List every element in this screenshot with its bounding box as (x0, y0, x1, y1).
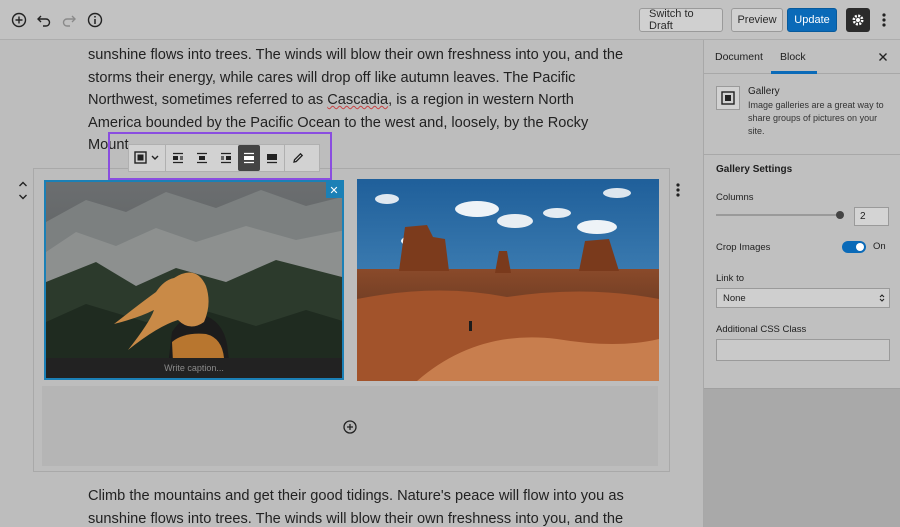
info-icon[interactable] (85, 10, 105, 30)
align-center-icon[interactable] (190, 145, 214, 171)
close-icon[interactable] (878, 51, 888, 65)
panel-title[interactable]: Gallery Settings (716, 164, 792, 175)
undo-icon[interactable] (34, 10, 54, 30)
gallery-image-mountain-woman[interactable]: ✕ Write caption... (44, 180, 344, 380)
misspelled-word[interactable]: Cascadia (327, 92, 388, 108)
sidebar-tabs: Document Block (704, 40, 900, 74)
paragraph-bottom[interactable]: Climb the mountains and get their good t… (88, 485, 638, 527)
add-block-icon[interactable] (9, 10, 29, 30)
caption-input[interactable]: Write caption... (46, 358, 342, 378)
block-toolbar-highlight (108, 132, 332, 180)
align-left-icon[interactable] (166, 145, 190, 171)
gallery-icon (716, 86, 740, 110)
text-line: Northwest, sometimes referred to as Casc… (88, 92, 574, 108)
update-button[interactable]: Update (787, 8, 837, 32)
text-line: sunshine flows into trees. The winds wil… (88, 47, 624, 63)
crop-images-toggle[interactable] (842, 241, 866, 253)
align-wide-icon[interactable] (238, 145, 260, 171)
text-line: storms their energy, while cares will dr… (88, 69, 576, 86)
columns-label: Columns (716, 192, 754, 203)
columns-number-input[interactable]: 2 (854, 207, 889, 226)
toggle-knob (856, 243, 864, 251)
css-class-input[interactable] (716, 339, 890, 361)
edit-pencil-icon[interactable] (285, 145, 311, 171)
mountain-woman-photo (46, 182, 342, 378)
css-class-label: Additional CSS Class (716, 324, 807, 335)
select-arrows-icon (879, 293, 885, 305)
link-to-value: None (723, 292, 746, 304)
preview-button[interactable]: Preview (731, 8, 783, 32)
text-line: America bounded by the Pacific Ocean to … (88, 114, 589, 131)
settings-sidebar: Document Block Gallery Image galleries a… (703, 40, 900, 527)
block-type-switcher[interactable] (129, 145, 165, 171)
crop-images-label: Crop Images (716, 242, 771, 253)
add-image-icon[interactable] (343, 420, 357, 434)
tab-document[interactable]: Document (715, 51, 763, 63)
columns-slider-handle[interactable] (836, 211, 844, 219)
desert-landscape-photo (357, 179, 659, 381)
redo-icon[interactable] (59, 10, 79, 30)
align-right-icon[interactable] (214, 145, 238, 171)
editor-toolbar: Switch to Draft Preview Update (0, 0, 900, 40)
align-full-icon[interactable] (260, 145, 284, 171)
block-toolbar (128, 144, 320, 172)
gear-icon[interactable] (846, 8, 870, 32)
toggle-state-label: On (873, 241, 886, 252)
active-tab-indicator (771, 71, 817, 74)
sidebar-empty-area (704, 388, 900, 527)
block-card-title: Gallery (748, 86, 780, 97)
gallery-image-desert[interactable] (357, 179, 659, 381)
link-to-select[interactable]: None (716, 288, 890, 308)
gallery-icon (134, 151, 159, 164)
move-down-icon[interactable] (17, 191, 29, 203)
block-card-description: Image galleries are a great way to share… (748, 100, 884, 136)
columns-slider-track[interactable] (716, 214, 841, 216)
more-vertical-icon[interactable] (874, 10, 894, 30)
text-line: sunshine flows into trees. The winds wil… (88, 510, 624, 527)
text-line: Climb the mountains and get their good t… (88, 488, 624, 504)
link-to-label: Link to (716, 273, 744, 284)
switch-to-draft-button[interactable]: Switch to Draft (639, 8, 723, 32)
remove-image-button[interactable]: ✕ (326, 182, 342, 198)
tab-block[interactable]: Block (780, 51, 806, 63)
block-card: Gallery Image galleries are a great way … (704, 75, 900, 155)
block-more-icon[interactable] (676, 182, 682, 198)
move-up-icon[interactable] (17, 178, 29, 190)
